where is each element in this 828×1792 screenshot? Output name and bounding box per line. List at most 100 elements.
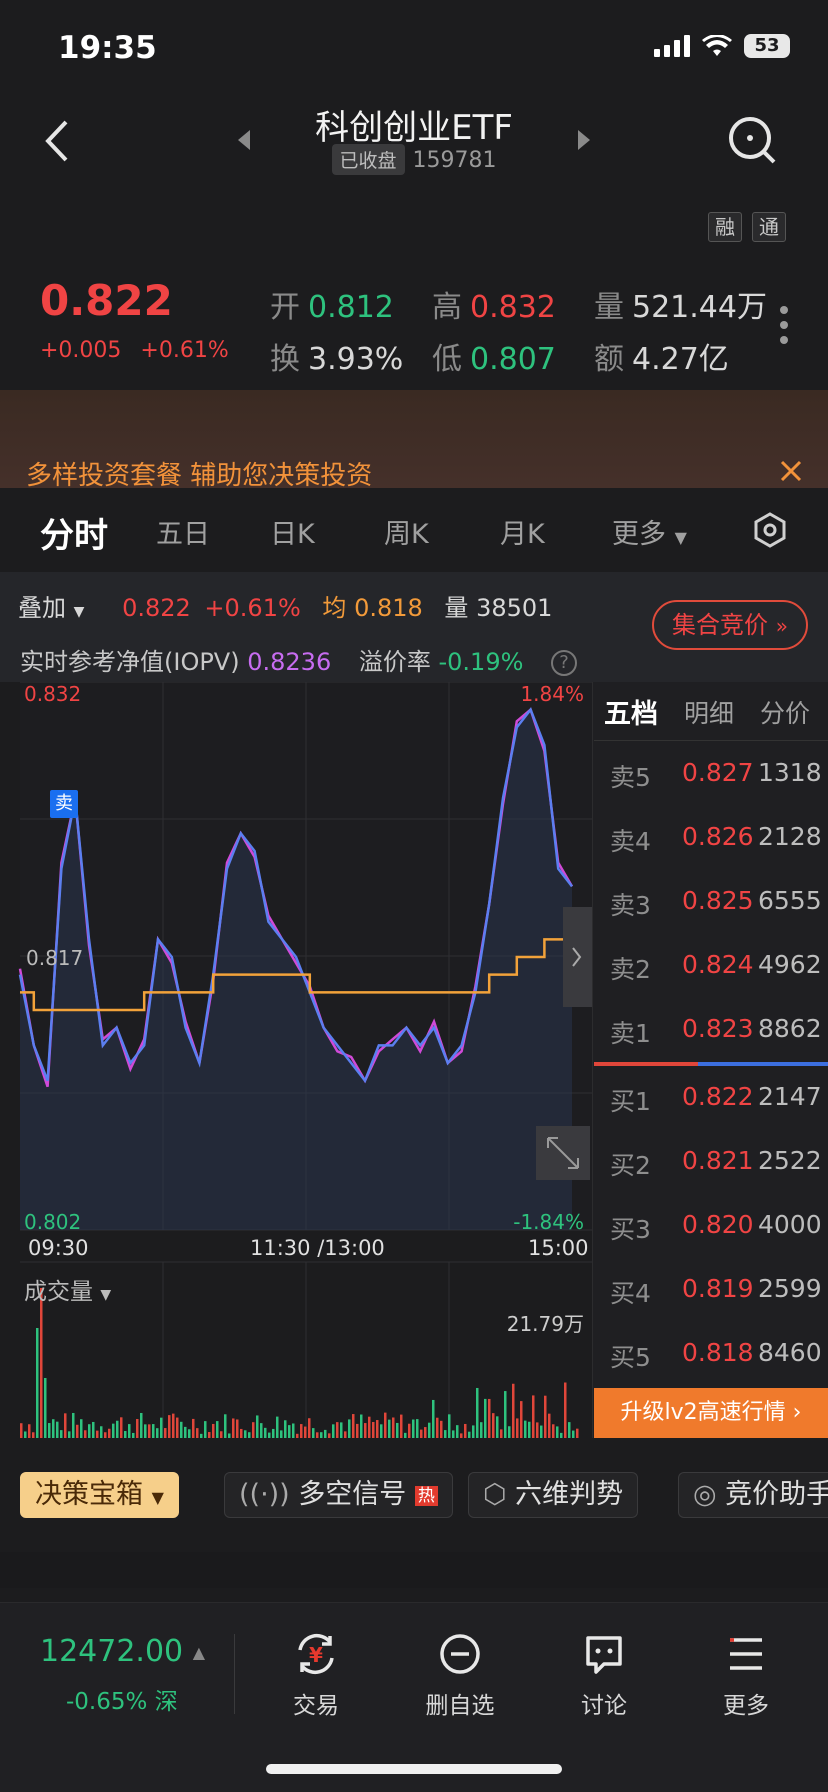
nav-more[interactable]: 更多 <box>696 1630 796 1720</box>
tab-price-dist[interactable]: 分价 <box>760 694 810 730</box>
volume-bar <box>552 1424 555 1438</box>
time-mid: 11:30 /13:00 <box>250 1236 385 1260</box>
tab-detail[interactable]: 明细 <box>684 694 734 730</box>
nav-trade[interactable]: ¥ 交易 <box>266 1630 366 1720</box>
volume-bars <box>20 1288 579 1438</box>
buy-row-1: 买1 0.822 2147 <box>610 1082 822 1118</box>
tab-daily-k[interactable]: 日K <box>270 512 315 551</box>
tab-five-day[interactable]: 五日 <box>156 512 210 551</box>
volume-bar <box>100 1426 103 1438</box>
sell-marker[interactable]: 卖 <box>50 790 78 818</box>
auction-helper-button[interactable]: ◎ 竞价助手 <box>678 1472 828 1518</box>
ask-vol-1: 8862 <box>758 1014 822 1043</box>
bid-price-1: 0.822 <box>682 1082 754 1111</box>
volume-bar <box>376 1420 379 1438</box>
six-dimension-button[interactable]: ⬡ 六维判势 <box>468 1472 639 1518</box>
tab-weekly-k[interactable]: 周K <box>384 512 429 551</box>
index-value-row[interactable]: 12472.00 ▲ <box>40 1634 205 1669</box>
market-closed-badge: 已收盘 <box>331 144 405 175</box>
volume-bar <box>264 1427 267 1438</box>
nav-remove-watchlist[interactable]: 删自选 <box>410 1630 510 1720</box>
tab-monthly-k[interactable]: 月K <box>500 512 545 551</box>
volume-bar <box>436 1417 439 1438</box>
volume-bar <box>556 1426 559 1438</box>
hot-badge: 热 <box>414 1485 438 1506</box>
chart-min-pct: -1.84% <box>513 1210 584 1234</box>
volume-bar <box>252 1422 255 1438</box>
volume-bar <box>304 1426 307 1438</box>
signal-label: 多空信号 <box>298 1479 407 1510</box>
nav-discuss[interactable]: 讨论 <box>554 1630 654 1720</box>
volume-bar <box>460 1433 463 1438</box>
ask-level-1: 卖1 <box>610 1019 651 1048</box>
index-value: 12472.00 <box>40 1634 184 1669</box>
chart-vol-value: 38501 <box>476 594 553 622</box>
ask-level-5: 卖5 <box>610 763 651 792</box>
volume-bar <box>428 1422 431 1438</box>
settings-hex-icon[interactable] <box>752 512 788 548</box>
sell-row-4: 卖4 0.826 2128 <box>610 822 822 858</box>
bid-price-2: 0.821 <box>682 1146 754 1175</box>
promo-text: 多样投资套餐 辅助您决策投资 <box>26 461 373 491</box>
volume-bar <box>540 1425 543 1438</box>
more-dots-icon[interactable] <box>778 304 790 346</box>
volume-bar <box>344 1431 347 1438</box>
overlay-dropdown[interactable]: 叠加 ▼ <box>18 594 84 622</box>
bid-pressure-bar <box>698 1062 828 1066</box>
help-icon[interactable]: ? <box>551 650 578 676</box>
volume-bar <box>576 1428 579 1438</box>
high-value: 0.832 <box>470 290 556 325</box>
chart-min: 0.802 <box>24 1210 82 1234</box>
volume-bar <box>288 1425 291 1438</box>
tab-five-level[interactable]: 五档 <box>604 692 658 731</box>
intraday-chart[interactable] <box>0 682 592 1438</box>
sell-row-1: 卖1 0.823 8862 <box>610 1014 822 1050</box>
upgrade-lv2-button[interactable]: 升级lv2高速行情 › <box>594 1388 828 1438</box>
open-value: 0.812 <box>308 290 394 325</box>
volume-bar <box>496 1416 499 1438</box>
volume-bar <box>392 1417 395 1438</box>
signal-button[interactable]: ((·)) 多空信号 热 <box>224 1472 453 1518</box>
overlay-label: 叠加 <box>18 594 66 622</box>
volume-value: 521.44万 <box>632 290 767 325</box>
volume-bar <box>180 1421 183 1438</box>
avg-label: 均 <box>322 594 347 622</box>
current-price: 0.822 <box>40 276 173 325</box>
volume-bar <box>216 1421 219 1438</box>
volume-bar <box>504 1391 507 1438</box>
close-icon[interactable] <box>780 460 802 482</box>
decision-box-button[interactable]: 决策宝箱 ▼ <box>20 1472 179 1518</box>
bid-level-1: 买1 <box>610 1087 651 1116</box>
volume-bar <box>204 1421 207 1438</box>
search-icon[interactable] <box>726 114 778 166</box>
volume-bar <box>40 1288 43 1438</box>
volume-bar <box>164 1428 167 1438</box>
volume-bar <box>544 1395 547 1438</box>
volume-bar <box>148 1424 151 1438</box>
tab-more[interactable]: 更多 ▼ <box>612 512 687 551</box>
volume-bar <box>152 1424 155 1438</box>
bid-vol-4: 2599 <box>758 1274 822 1303</box>
chart-collapse-handle[interactable] <box>563 907 592 1007</box>
volume-bar <box>372 1422 375 1438</box>
sell-row-3: 卖3 0.825 6555 <box>610 886 822 922</box>
ask-price-3: 0.825 <box>682 886 754 915</box>
bid-level-2: 买2 <box>610 1151 651 1180</box>
volume-bar <box>420 1429 423 1438</box>
avg-value: 0.818 <box>354 594 423 622</box>
tab-intraday[interactable]: 分时 <box>40 508 108 557</box>
divider <box>234 1634 235 1714</box>
volume-bar <box>228 1433 231 1438</box>
chevron-down-icon: ▼ <box>674 528 687 547</box>
volume-bar <box>572 1430 575 1438</box>
change-percent: +0.61% <box>140 338 229 363</box>
volume-bar <box>56 1421 59 1438</box>
auction-button[interactable]: 集合竞价 » <box>652 600 808 650</box>
volume-bar <box>64 1413 67 1438</box>
connect-badge: 通 <box>752 212 786 242</box>
volume-bar <box>440 1420 443 1438</box>
bid-price-4: 0.819 <box>682 1274 754 1303</box>
volume-bar <box>312 1428 315 1438</box>
volume-dropdown[interactable]: 成交量 ▼ <box>24 1272 111 1306</box>
status-icons: 53 <box>654 34 790 58</box>
